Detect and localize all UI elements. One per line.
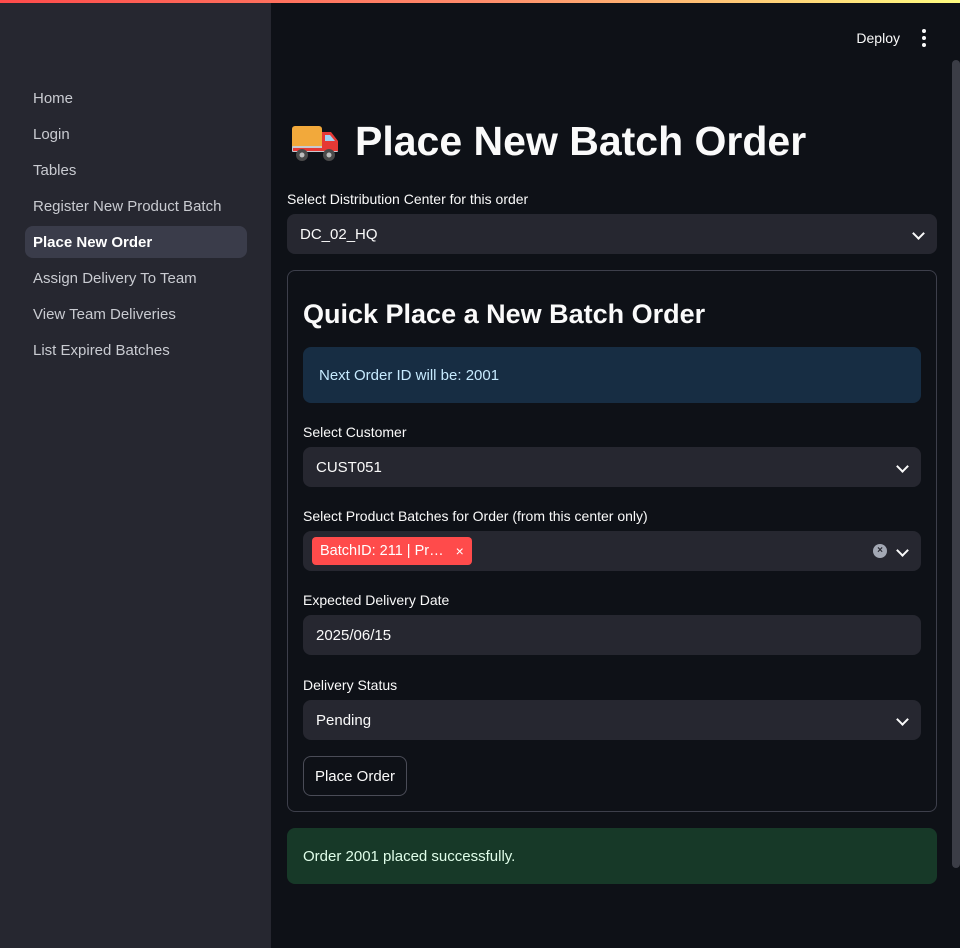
dc-select-value: DC_02_HQ [300, 225, 378, 243]
delivery-date-label: Expected Delivery Date [303, 592, 450, 608]
sidebar-item-list-expired-batches[interactable]: List Expired Batches [25, 334, 247, 366]
top-accent-bar [0, 0, 960, 3]
delivery-date-input[interactable]: 2025/06/15 [303, 615, 921, 655]
success-message: Order 2001 placed successfully. [287, 828, 937, 884]
order-form: Quick Place a New Batch Order Next Order… [287, 270, 937, 812]
next-order-info: Next Order ID will be: 2001 [303, 347, 921, 403]
clear-all-icon[interactable]: × [873, 544, 887, 558]
app-header: Deploy [760, 22, 960, 54]
chevron-down-icon [897, 462, 907, 472]
delivery-status-value: Pending [316, 711, 372, 729]
scrollbar[interactable] [952, 60, 960, 868]
sidebar-item-register-product-batch[interactable]: Register New Product Batch [25, 190, 247, 222]
form-title: Quick Place a New Batch Order [303, 299, 706, 329]
batch-tag-label: BatchID: 211 | Pr… [320, 543, 444, 559]
batches-label: Select Product Batches for Order (from t… [303, 508, 648, 524]
sidebar-nav: Home Login Tables Register New Product B… [25, 82, 247, 370]
multiselect-controls: × [873, 544, 907, 558]
product-batches-multiselect[interactable]: BatchID: 211 | Pr… × × [303, 531, 921, 571]
delivery-truck-icon [292, 125, 338, 161]
sidebar-item-home[interactable]: Home [25, 82, 247, 114]
sidebar-item-view-team-deliveries[interactable]: View Team Deliveries [25, 298, 247, 330]
sidebar: Home Login Tables Register New Product B… [0, 0, 271, 948]
distribution-center-select[interactable]: DC_02_HQ [287, 214, 937, 254]
sidebar-item-tables[interactable]: Tables [25, 154, 247, 186]
customer-label: Select Customer [303, 424, 407, 440]
place-order-button[interactable]: Place Order [303, 756, 407, 796]
deploy-button[interactable]: Deploy [856, 30, 900, 46]
page-title: Place New Batch Order [291, 118, 806, 165]
delivery-status-select[interactable]: Pending [303, 700, 921, 740]
more-vertical-icon[interactable] [918, 25, 930, 51]
chevron-down-icon [913, 229, 923, 239]
delivery-status-label: Delivery Status [303, 677, 398, 693]
sidebar-item-login[interactable]: Login [25, 118, 247, 150]
customer-select[interactable]: CUST051 [303, 447, 921, 487]
batch-tag: BatchID: 211 | Pr… × [312, 537, 472, 565]
remove-tag-icon[interactable]: × [456, 543, 464, 559]
sidebar-item-assign-delivery[interactable]: Assign Delivery To Team [25, 262, 247, 294]
page-title-text: Place New Batch Order [355, 118, 807, 164]
chevron-down-icon[interactable] [897, 546, 907, 556]
chevron-down-icon [897, 715, 907, 725]
dc-select-label: Select Distribution Center for this orde… [287, 191, 529, 207]
sidebar-item-place-new-order[interactable]: Place New Order [25, 226, 247, 258]
customer-select-value: CUST051 [316, 458, 382, 476]
